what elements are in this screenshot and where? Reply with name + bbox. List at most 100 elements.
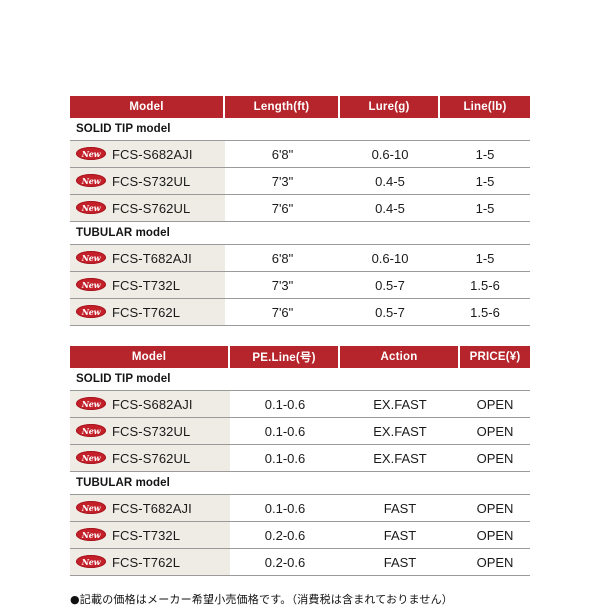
model-cell: New FCS-T732L: [70, 272, 225, 299]
model-name: FCS-T732L: [112, 278, 181, 294]
section-header-tubular: TUBULAR model: [70, 222, 530, 245]
length-cell: 6'8": [225, 141, 340, 168]
table-row[interactable]: New FCS-S732UL 7'3" 0.4-5 1-5: [70, 168, 530, 195]
model-cell: New FCS-T682AJI: [70, 495, 230, 522]
lure-cell: 0.6-10: [340, 245, 440, 272]
new-badge-label: New: [81, 252, 101, 263]
model-cell: New FCS-T682AJI: [70, 245, 225, 272]
model-cell: New FCS-T762L: [70, 299, 225, 326]
pe-line-cell: 0.2-0.6: [230, 522, 340, 549]
section-header-label: TUBULAR model: [70, 472, 530, 495]
price-cell: OPEN: [460, 495, 530, 522]
model-name: FCS-S682AJI: [112, 397, 193, 413]
price-cell: OPEN: [460, 445, 530, 472]
column-header-model: Model: [70, 346, 230, 368]
section-header-solid-tip: SOLID TIP model: [70, 368, 530, 391]
action-cell: FAST: [340, 549, 460, 576]
model-name: FCS-S732UL: [112, 174, 191, 190]
pe-line-cell: 0.1-0.6: [230, 495, 340, 522]
new-badge-label: New: [81, 425, 101, 436]
length-cell: 6'8": [225, 245, 340, 272]
pe-line-cell: 0.2-0.6: [230, 549, 340, 576]
new-badge-icon: New: [76, 278, 106, 292]
length-cell: 7'3": [225, 168, 340, 195]
table-row[interactable]: New FCS-T762L 0.2-0.6 FAST OPEN: [70, 549, 530, 576]
table-row[interactable]: New FCS-S682AJI 6'8" 0.6-10 1-5: [70, 141, 530, 168]
lure-cell: 0.4-5: [340, 168, 440, 195]
column-header-action: Action: [340, 346, 460, 368]
lure-cell: 0.5-7: [340, 299, 440, 326]
model-cell: New FCS-S732UL: [70, 168, 225, 195]
price-cell: OPEN: [460, 418, 530, 445]
dimensions-table-head: Model Length(ft) Lure(g) Line(lb): [70, 96, 530, 118]
section-header-label: SOLID TIP model: [70, 368, 530, 391]
new-badge-label: New: [81, 398, 101, 409]
length-cell: 7'3": [225, 272, 340, 299]
model-cell: New FCS-S732UL: [70, 418, 230, 445]
pe-line-cell: 0.1-0.6: [230, 391, 340, 418]
line-action-price-table-body: SOLID TIP model New FCS-S682AJI 0.1-0.6 E…: [70, 368, 530, 576]
new-badge-label: New: [81, 306, 101, 317]
new-badge-label: New: [81, 148, 101, 159]
new-badge-icon: New: [76, 397, 106, 411]
line-cell: 1-5: [440, 141, 530, 168]
model-cell: New FCS-S682AJI: [70, 141, 225, 168]
action-cell: FAST: [340, 495, 460, 522]
new-badge-label: New: [81, 175, 101, 186]
dimensions-table-body: SOLID TIP model New FCS-S682AJI 6'8" 0.6-…: [70, 118, 530, 326]
new-badge-icon: New: [76, 147, 106, 161]
table-row[interactable]: New FCS-S762UL 7'6" 0.4-5 1-5: [70, 195, 530, 222]
new-badge-icon: New: [76, 555, 106, 569]
lure-cell: 0.4-5: [340, 195, 440, 222]
price-cell: OPEN: [460, 549, 530, 576]
column-header-price: PRICE(¥): [460, 346, 530, 368]
column-header-pe-line: PE.Line(号): [230, 346, 340, 368]
new-badge-label: New: [81, 502, 101, 513]
table-row[interactable]: New FCS-T762L 7'6" 0.5-7 1.5-6: [70, 299, 530, 326]
length-cell: 7'6": [225, 299, 340, 326]
line-action-price-table: Model PE.Line(号) Action PRICE(¥) SOLID T…: [70, 346, 530, 576]
new-badge-label: New: [81, 452, 101, 463]
model-name: FCS-S732UL: [112, 424, 191, 440]
pe-line-cell: 0.1-0.6: [230, 445, 340, 472]
section-header-solid-tip: SOLID TIP model: [70, 118, 530, 141]
lure-cell: 0.5-7: [340, 272, 440, 299]
column-header-line: Line(lb): [440, 96, 530, 118]
new-badge-icon: New: [76, 501, 106, 515]
new-badge-icon: New: [76, 201, 106, 215]
new-badge-icon: New: [76, 424, 106, 438]
table-row[interactable]: New FCS-T732L 7'3" 0.5-7 1.5-6: [70, 272, 530, 299]
line-cell: 1.5-6: [440, 299, 530, 326]
line-action-price-table-head: Model PE.Line(号) Action PRICE(¥): [70, 346, 530, 368]
line-cell: 1.5-6: [440, 272, 530, 299]
section-header-label: TUBULAR model: [70, 222, 530, 245]
new-badge-icon: New: [76, 174, 106, 188]
model-name: FCS-T762L: [112, 305, 181, 321]
section-header-tubular: TUBULAR model: [70, 472, 530, 495]
table-row[interactable]: New FCS-T732L 0.2-0.6 FAST OPEN: [70, 522, 530, 549]
table-row[interactable]: New FCS-S762UL 0.1-0.6 EX.FAST OPEN: [70, 445, 530, 472]
action-cell: EX.FAST: [340, 418, 460, 445]
table-row[interactable]: New FCS-T682AJI 6'8" 0.6-10 1-5: [70, 245, 530, 272]
column-header-length: Length(ft): [225, 96, 340, 118]
model-name: FCS-S682AJI: [112, 147, 193, 163]
dimensions-table: Model Length(ft) Lure(g) Line(lb) SOLID …: [70, 96, 530, 326]
section-header-label: SOLID TIP model: [70, 118, 530, 141]
table-header-row: Model Length(ft) Lure(g) Line(lb): [70, 96, 530, 118]
model-cell: New FCS-S762UL: [70, 195, 225, 222]
model-name: FCS-S762UL: [112, 451, 191, 467]
new-badge-icon: New: [76, 251, 106, 265]
new-badge-label: New: [81, 202, 101, 213]
new-badge-label: New: [81, 556, 101, 567]
table-row[interactable]: New FCS-S682AJI 0.1-0.6 EX.FAST OPEN: [70, 391, 530, 418]
table-header-row: Model PE.Line(号) Action PRICE(¥): [70, 346, 530, 368]
table-row[interactable]: New FCS-T682AJI 0.1-0.6 FAST OPEN: [70, 495, 530, 522]
model-name: FCS-S762UL: [112, 201, 191, 217]
new-badge-label: New: [81, 279, 101, 290]
new-badge-icon: New: [76, 528, 106, 542]
model-cell: New FCS-T732L: [70, 522, 230, 549]
table-row[interactable]: New FCS-S732UL 0.1-0.6 EX.FAST OPEN: [70, 418, 530, 445]
pe-line-cell: 0.1-0.6: [230, 418, 340, 445]
column-header-model: Model: [70, 96, 225, 118]
action-cell: EX.FAST: [340, 445, 460, 472]
